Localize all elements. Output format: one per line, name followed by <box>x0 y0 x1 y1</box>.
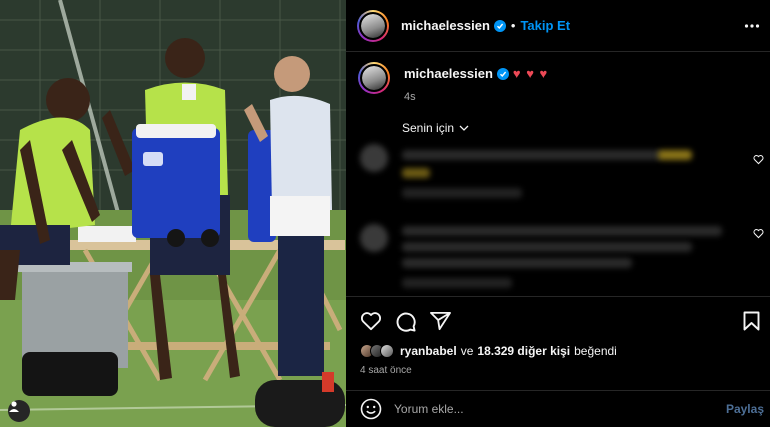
comment-meta-blurred <box>402 188 522 198</box>
chevron-down-icon <box>459 125 469 131</box>
comment-item[interactable] <box>358 218 770 290</box>
comment-like-heart-icon[interactable] <box>753 154 764 165</box>
comment-sort-dropdown[interactable]: Senin için <box>402 121 469 135</box>
comment-text-blurred <box>402 226 722 236</box>
comment-emoji-blurred <box>658 150 692 160</box>
comment-text-blurred <box>402 242 692 252</box>
comment-text-blurred <box>402 150 662 160</box>
header-separator: • <box>510 18 516 33</box>
share-send-icon[interactable] <box>430 311 451 331</box>
comment-text-blurred <box>402 258 632 268</box>
photo-illustration <box>0 0 346 427</box>
post-action-bar <box>346 296 770 344</box>
caption-avatar[interactable] <box>358 62 390 94</box>
follow-button[interactable]: Takip Et <box>520 18 570 33</box>
post-details-panel: michaelessien • Takip Et michaelessien ♥… <box>346 0 770 427</box>
comment-item[interactable] <box>358 140 770 210</box>
author-username[interactable]: michaelessien <box>401 18 490 33</box>
author-avatar[interactable] <box>357 9 389 42</box>
post-photo[interactable] <box>0 0 346 427</box>
post-timestamp[interactable]: 4 saat önce <box>360 365 412 376</box>
add-comment-bar: Paylaş <box>346 390 770 427</box>
bookmark-save-icon[interactable] <box>743 311 760 331</box>
tagged-user-icon[interactable] <box>8 400 30 422</box>
comment-meta-blurred <box>402 278 512 288</box>
comment-emoji-blurred <box>402 168 430 178</box>
comment-avatar <box>360 144 388 172</box>
caption-text: ♥ ♥ ♥ <box>512 66 549 81</box>
post-header: michaelessien • Takip Et <box>346 0 770 52</box>
likes-connector: ve <box>460 344 474 358</box>
caption-verified-badge-icon <box>496 67 509 80</box>
comment-avatar <box>360 224 388 252</box>
likes-count[interactable]: 18.329 diğer kişi <box>477 344 570 358</box>
liker-avatars <box>360 344 394 358</box>
comment-bubble-icon[interactable] <box>395 311 416 332</box>
caption-username[interactable]: michaelessien <box>404 66 493 81</box>
post-comment-button[interactable]: Paylaş <box>726 402 764 416</box>
verified-badge-icon <box>493 19 506 32</box>
more-options-icon[interactable] <box>744 18 760 39</box>
likes-suffix: beğendi <box>574 344 617 358</box>
post-caption: michaelessien ♥ ♥ ♥ 4s <box>358 62 548 103</box>
comment-sort-label: Senin için <box>402 121 455 135</box>
emoji-smiley-icon[interactable] <box>360 398 382 420</box>
like-heart-icon[interactable] <box>360 311 382 331</box>
likes-summary[interactable]: ryanbabel ve 18.329 diğer kişi beğendi <box>360 344 617 358</box>
comment-input[interactable] <box>394 402 704 416</box>
liker-username[interactable]: ryanbabel <box>400 344 457 358</box>
caption-timestamp[interactable]: 4s <box>404 91 548 103</box>
comment-like-heart-icon[interactable] <box>753 228 764 239</box>
